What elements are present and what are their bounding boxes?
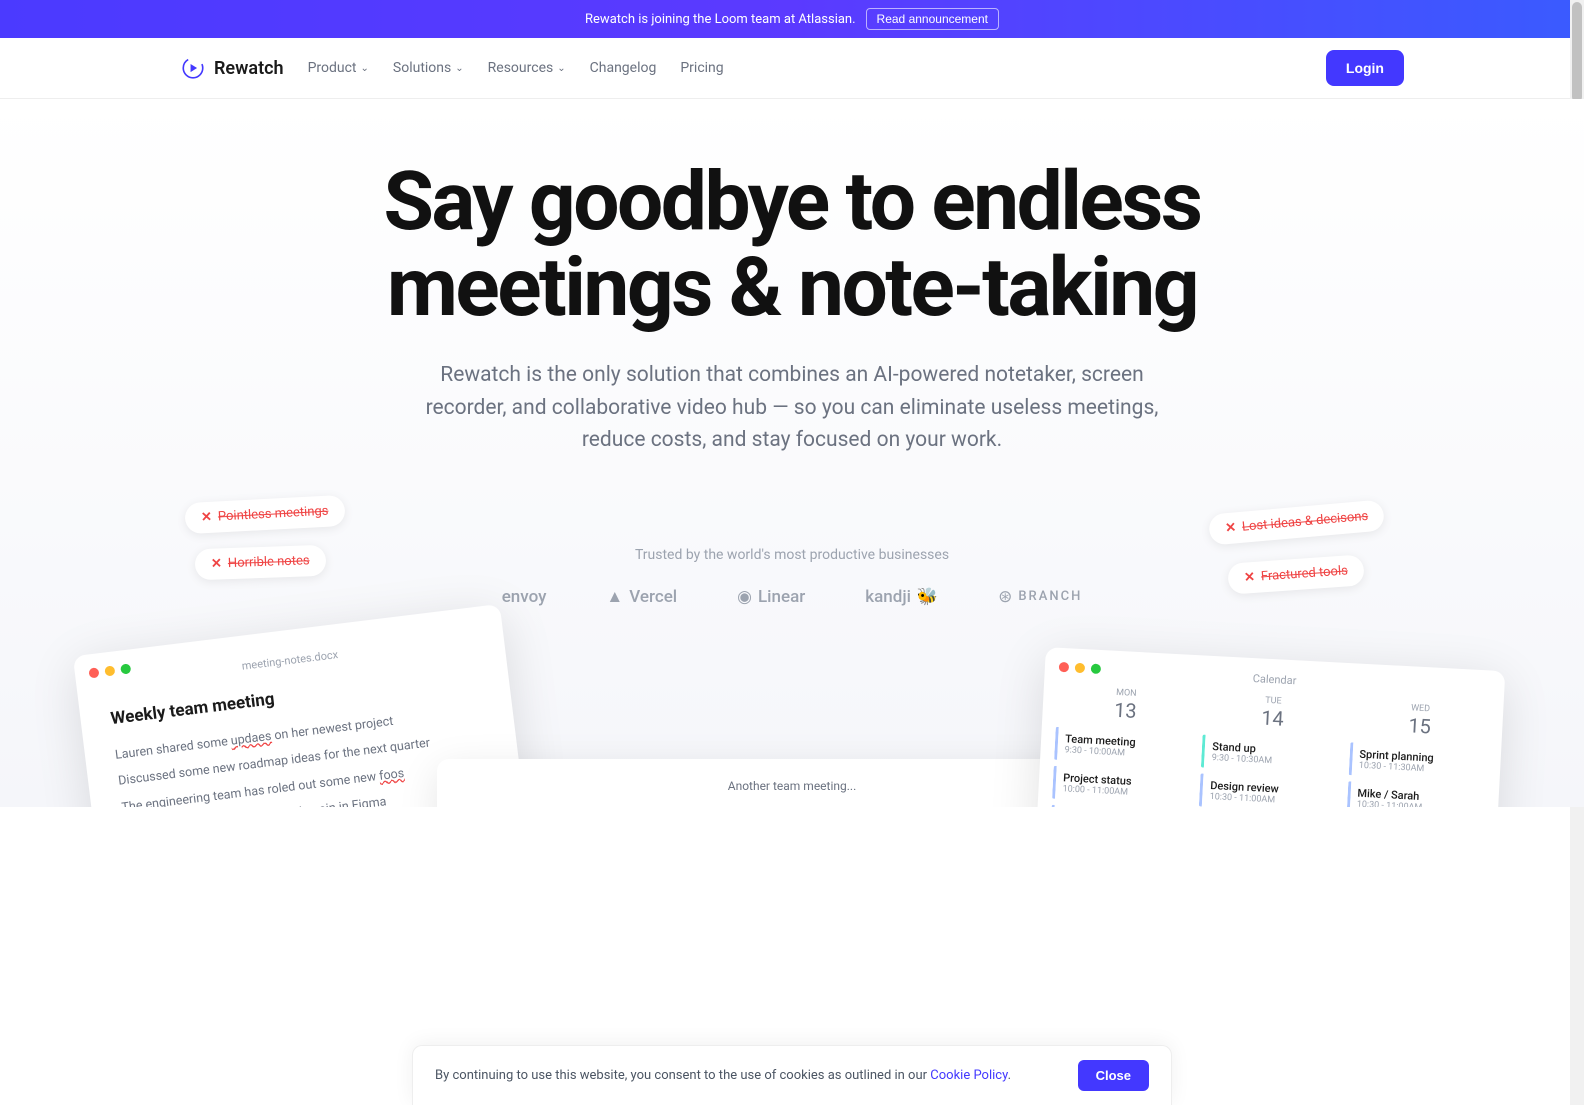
- nav-resources[interactable]: Resources⌄: [488, 60, 566, 76]
- hero-title: Say goodbye to endless meetings & note-t…: [292, 159, 1292, 331]
- bee-icon: 🐝: [917, 587, 938, 607]
- hero-section: Say goodbye to endless meetings & note-t…: [0, 99, 1584, 807]
- trusted-logos: envoy ▲Vercel ◉Linear kandji🐝 ⊛BRANCH: [0, 587, 1584, 607]
- read-announcement-button[interactable]: Read announcement: [866, 8, 999, 30]
- calendar-day-column: TUE14Stand up9:30 - 10:30AMDesign review…: [1193, 693, 1343, 807]
- triangle-icon: ▲: [606, 587, 623, 607]
- chevron-down-icon: ⌄: [361, 63, 369, 74]
- rewatch-logo-icon: [180, 55, 206, 81]
- nav-solutions[interactable]: Solutions⌄: [393, 60, 464, 76]
- announcement-text: Rewatch is joining the Loom team at Atla…: [585, 12, 856, 27]
- calendar-day-column: WED15Sprint planning10:30 - 11:30AMMike …: [1340, 700, 1490, 807]
- circle-icon: ◉: [737, 587, 752, 607]
- nav-changelog[interactable]: Changelog: [590, 60, 657, 76]
- nav-product[interactable]: Product⌄: [308, 60, 369, 76]
- pill-horrible-notes: ✕Horrible notes: [194, 545, 326, 581]
- pill-lost-ideas: ✕Lost ideas & decisons: [1208, 499, 1385, 545]
- x-icon: ✕: [1224, 520, 1236, 536]
- branch-icon: ⊛: [998, 587, 1012, 607]
- cookie-text: By continuing to use this website, you c…: [435, 1068, 930, 1083]
- logo-linear: ◉Linear: [737, 587, 805, 607]
- cookie-policy-link[interactable]: Cookie Policy: [930, 1068, 1007, 1083]
- calendar-card: Calendar MON13Team meeting9:30 - 10:00AM…: [1031, 647, 1506, 807]
- site-header: Rewatch Product⌄ Solutions⌄ Resources⌄ C…: [0, 38, 1584, 99]
- window-traffic-lights: [1059, 662, 1101, 674]
- hero-subtitle: Rewatch is the only solution that combin…: [422, 359, 1162, 457]
- announcement-banner: Rewatch is joining the Loom team at Atla…: [0, 0, 1584, 38]
- nav-pricing[interactable]: Pricing: [680, 60, 723, 76]
- brand-name: Rewatch: [214, 58, 284, 79]
- pill-pointless-meetings: ✕Pointless meetings: [184, 495, 345, 534]
- logo-envoy: envoy: [502, 587, 547, 607]
- meeting-title: Another team meeting...: [457, 779, 1127, 793]
- cookie-close-button[interactable]: Close: [1078, 1060, 1149, 1091]
- calendar-event: Stand up9:30 - 10:30AM: [1201, 734, 1340, 774]
- x-icon: ✕: [1244, 570, 1256, 586]
- calendar-day-column: MON13Team meeting9:30 - 10:00AMProject s…: [1046, 685, 1196, 807]
- chevron-down-icon: ⌄: [455, 63, 463, 74]
- calendar-event: Mike / Sarah10:30 - 11:00AM: [1346, 781, 1485, 807]
- login-button[interactable]: Login: [1326, 50, 1404, 86]
- main-nav: Product⌄ Solutions⌄ Resources⌄ Changelog…: [308, 60, 1326, 76]
- chevron-down-icon: ⌄: [557, 63, 565, 74]
- x-icon: ✕: [211, 556, 222, 571]
- logo-vercel: ▲Vercel: [606, 587, 677, 607]
- calendar-event: Sprint planning10:30 - 11:30AM: [1348, 742, 1487, 782]
- logo-branch: ⊛BRANCH: [998, 587, 1082, 607]
- calendar-event: Mike / Conor11:00 - 11:30AM: [1050, 805, 1189, 807]
- calendar-event: Project status10:00 - 11:00AM: [1052, 766, 1191, 806]
- brand-logo[interactable]: Rewatch: [180, 55, 284, 81]
- cookie-bar: By continuing to use this website, you c…: [412, 1045, 1172, 1105]
- calendar-event: Design review10:30 - 11:00AM: [1199, 773, 1338, 806]
- logo-kandji: kandji🐝: [865, 587, 938, 607]
- x-icon: ✕: [201, 510, 213, 526]
- calendar-columns: MON13Team meeting9:30 - 10:00AMProject s…: [1046, 685, 1490, 807]
- calendar-event: Team meeting9:30 - 10:00AM: [1054, 727, 1193, 767]
